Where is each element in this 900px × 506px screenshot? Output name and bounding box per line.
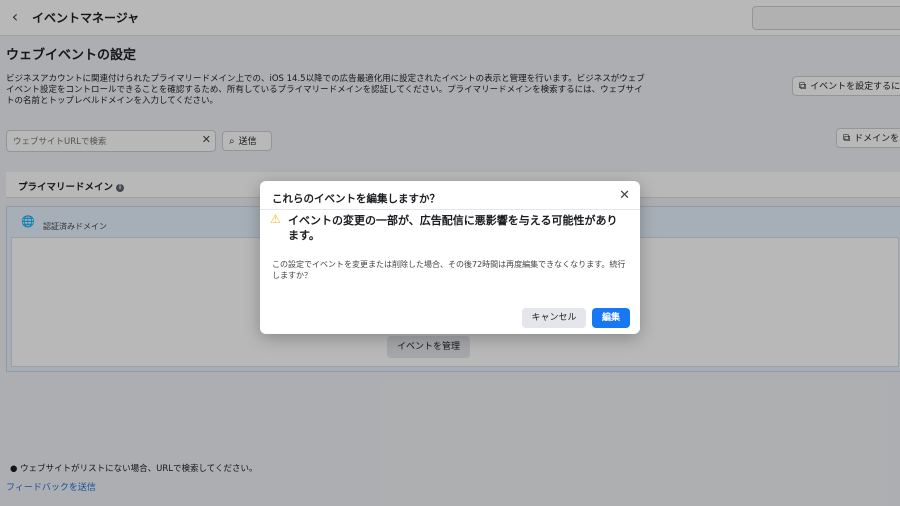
edit-events-dialog: これらのイベントを編集しますか？ ✕ ⚠ イベントの変更の一部が、広告配信に悪影… <box>260 181 640 334</box>
close-icon: ✕ <box>619 188 630 203</box>
dialog-warning: イベントの変更の一部が、広告配信に悪影響を与える可能性があります。 <box>288 214 618 242</box>
dialog-divider <box>260 209 640 210</box>
dialog-title: これらのイベントを編集しますか？ <box>272 193 440 205</box>
edit-button[interactable]: 編集 <box>592 308 630 328</box>
warning-icon: ⚠ <box>270 212 281 226</box>
cancel-button[interactable]: キャンセル <box>522 308 586 328</box>
dialog-body: この設定でイベントを変更または削除した場合、その後72時間は再度編集できなくなり… <box>272 260 626 280</box>
close-button[interactable]: ✕ <box>619 188 630 203</box>
